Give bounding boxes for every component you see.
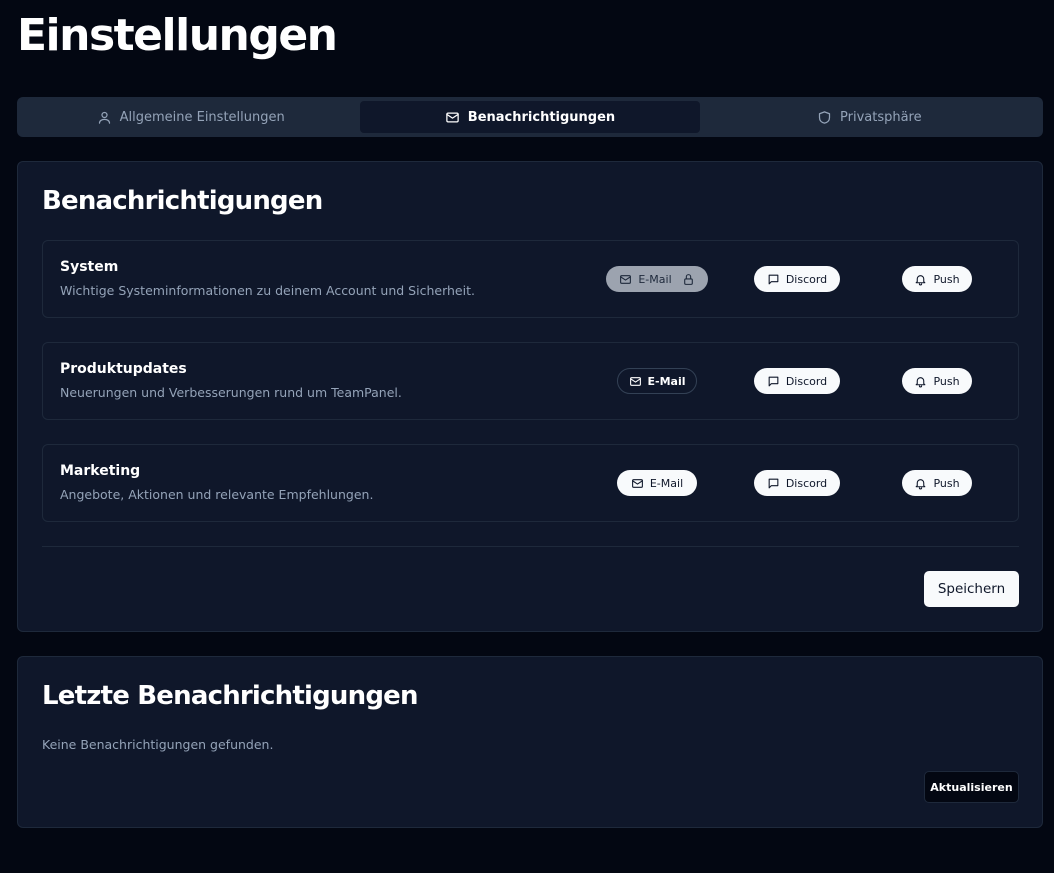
push-label: Push bbox=[933, 272, 960, 286]
mail-icon bbox=[631, 478, 643, 488]
row-description: Angebote, Aktionen und relevante Empfehl… bbox=[60, 487, 374, 502]
row-description: Wichtige Systeminformationen zu deinem A… bbox=[60, 283, 475, 298]
email-toggle-locked[interactable]: E-Mail bbox=[606, 266, 708, 292]
discord-toggle[interactable]: Discord bbox=[754, 266, 840, 292]
mail-icon bbox=[629, 376, 641, 386]
discord-toggle[interactable]: Discord bbox=[754, 470, 840, 496]
email-toggle[interactable]: E-Mail bbox=[617, 368, 697, 394]
email-toggle[interactable]: E-Mail bbox=[617, 470, 697, 496]
empty-state-text: Keine Benachrichtigungen gefunden. bbox=[42, 737, 274, 752]
mail-icon bbox=[620, 274, 632, 284]
message-icon bbox=[768, 478, 779, 488]
discord-label: Discord bbox=[785, 272, 828, 286]
tab-privacy-label: Privatsphäre bbox=[840, 109, 922, 125]
notifications-card-title: Benachrichtigungen bbox=[42, 186, 323, 216]
tab-notifications-label: Benachrichtigungen bbox=[467, 109, 616, 125]
tab-general[interactable]: Allgemeine Einstellungen bbox=[21, 101, 360, 133]
message-icon bbox=[768, 376, 779, 386]
discord-label: Discord bbox=[785, 476, 828, 490]
row-title: System bbox=[60, 259, 119, 275]
recent-notifications-card: Letzte Benachrichtigungen Keine Benachri… bbox=[17, 656, 1043, 828]
discord-label: Discord bbox=[785, 374, 828, 388]
recent-card-title: Letzte Benachrichtigungen bbox=[42, 681, 419, 711]
email-label: E-Mail bbox=[649, 476, 684, 490]
email-label: E-Mail bbox=[638, 272, 672, 286]
push-label: Push bbox=[933, 476, 960, 490]
tab-general-label: Allgemeine Einstellungen bbox=[119, 109, 285, 125]
lock-icon bbox=[683, 273, 693, 285]
mail-icon bbox=[446, 112, 459, 122]
bell-icon bbox=[916, 478, 926, 489]
settings-tabs: Allgemeine Einstellungen Benachrichtigun… bbox=[17, 97, 1043, 137]
push-toggle[interactable]: Push bbox=[902, 266, 972, 292]
user-icon bbox=[98, 111, 110, 124]
notification-row-system: System Wichtige Systeminformationen zu d… bbox=[42, 240, 1019, 318]
bell-icon bbox=[916, 274, 926, 285]
message-icon bbox=[768, 274, 779, 284]
notification-row-product-updates: Produktupdates Neuerungen und Verbesseru… bbox=[42, 342, 1019, 420]
push-label: Push bbox=[933, 374, 960, 388]
tab-privacy[interactable]: Privatsphäre bbox=[700, 101, 1039, 133]
row-description: Neuerungen und Verbesserungen rund um Te… bbox=[60, 385, 402, 400]
page-title: Einstellungen bbox=[17, 10, 338, 61]
email-label: E-Mail bbox=[647, 374, 686, 388]
bell-icon bbox=[916, 376, 926, 387]
row-title: Marketing bbox=[60, 463, 141, 479]
push-toggle[interactable]: Push bbox=[902, 470, 972, 496]
notification-row-marketing: Marketing Angebote, Aktionen und relevan… bbox=[42, 444, 1019, 522]
row-title: Produktupdates bbox=[60, 361, 187, 377]
discord-toggle[interactable]: Discord bbox=[754, 368, 840, 394]
tab-notifications[interactable]: Benachrichtigungen bbox=[360, 101, 700, 133]
shield-icon bbox=[818, 110, 831, 124]
save-button[interactable]: Speichern bbox=[924, 571, 1019, 607]
refresh-button[interactable]: Aktualisieren bbox=[924, 771, 1019, 803]
settings-page: Einstellungen Allgemeine Einstellungen B… bbox=[0, 0, 1054, 873]
divider bbox=[42, 546, 1019, 547]
push-toggle[interactable]: Push bbox=[902, 368, 972, 394]
notifications-card: Benachrichtigungen System Wichtige Syste… bbox=[17, 161, 1043, 632]
